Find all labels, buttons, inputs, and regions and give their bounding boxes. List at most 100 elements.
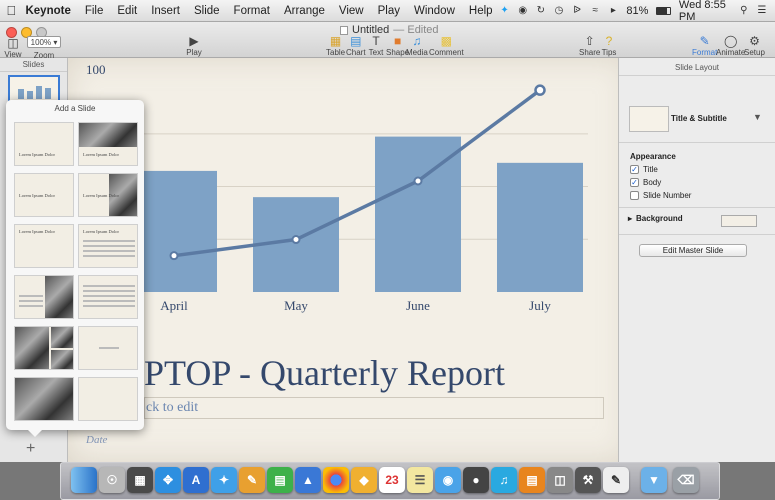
spotlight-search-icon[interactable]: ⚲ [739,5,749,17]
mission-control-icon[interactable]: ▦ [127,467,153,493]
chart-icon: ▤ [350,34,362,48]
layout-photo-horizontal[interactable]: Lorem Ipsum Dolor [78,122,138,166]
safari-icon[interactable]: ✥ [155,467,181,493]
layout-title-center[interactable]: Lorem Ipsum Dolor [14,173,74,217]
menu-arrange[interactable]: Arrange [277,5,332,17]
keynote-icon[interactable]: ▲ [295,467,321,493]
slide-date[interactable]: Date [86,434,107,446]
battery-icon[interactable] [656,6,671,15]
menu-edit[interactable]: Edit [110,5,144,17]
format-brush-icon: ✎ [699,34,710,48]
notes-icon[interactable]: ☰ [407,467,433,493]
menu-bar:  Keynote File Edit Insert Slide Format … [0,0,775,23]
zoom-control[interactable]: 100% ▾ Zoom [27,36,61,60]
disclosure-triangle-icon[interactable]: ▸ [628,214,632,223]
ibooks-icon[interactable]: ▤ [519,467,545,493]
layout-photo-vertical[interactable]: Lorem Ipsum Dolor [78,173,138,217]
layout-name[interactable]: Title & Subtitle [671,114,727,123]
title-checkbox[interactable]: ✓ [630,165,639,174]
headphones-icon[interactable]: ◉ [518,5,528,17]
layout-photo[interactable] [14,377,74,421]
body-checkbox[interactable]: ✓ [630,178,639,187]
body-checkbox-row[interactable]: ✓ Body [630,178,661,187]
preview-icon[interactable]: ◫ [547,467,573,493]
slide[interactable]: 100 April May June July PTOP - Quarterly Rep… [68,58,618,462]
trash-icon[interactable]: ⌫ [673,467,699,493]
finder-icon[interactable] [71,467,97,493]
menu-view[interactable]: View [332,5,371,17]
background-disclosure[interactable]: ▸ Background [628,214,683,223]
facetime-icon[interactable]: ● [463,467,489,493]
play-label: Play [186,48,202,57]
menu-insert[interactable]: Insert [144,5,187,17]
play-button[interactable]: ▶ Play [185,34,203,57]
time-machine-icon[interactable]: ◷ [554,5,564,17]
edit-master-slide-button[interactable]: Edit Master Slide [639,244,747,257]
menu-slide[interactable]: Slide [187,5,227,17]
menubar-clock[interactable]: Wed 8:55 PM [679,0,731,23]
layout-blank[interactable] [78,377,138,421]
volume-icon[interactable]: ▸ [608,5,618,17]
chart-button[interactable]: ▤ Chart [346,34,366,57]
layout-title-bullets[interactable]: Lorem Ipsum Dolor [78,224,138,268]
twitter-icon[interactable]: ✦ [211,467,237,493]
itunes-icon[interactable]: ♫ [491,467,517,493]
textedit-icon[interactable]: ✎ [603,467,629,493]
tips-button[interactable]: ? Tips [600,34,618,57]
menu-window[interactable]: Window [407,5,462,17]
animate-button[interactable]: ◯ Animate [716,34,745,57]
slide-title[interactable]: PTOP - Quarterly Report [144,352,505,394]
app-store-icon[interactable]: A [183,467,209,493]
comment-button[interactable]: ▩ Comment [429,34,464,57]
downloads-folder-icon[interactable]: ▼ [641,467,667,493]
chart[interactable]: 100 April May June July [68,58,618,348]
apple-logo-icon[interactable]:  [4,3,18,18]
layout-title-bullets-photo[interactable] [14,275,74,319]
bluetooth-icon[interactable]: ᐉ [572,5,582,17]
layout-thumbnail[interactable] [629,106,669,132]
layout-photo-3-up[interactable] [14,326,74,370]
battery-percent[interactable]: 81% [626,5,648,17]
twitter-status-icon[interactable]: ✦ [500,5,510,17]
sketch-icon[interactable]: ◆ [351,467,377,493]
layout-title-subtitle[interactable]: Lorem Ipsum Dolor [14,122,74,166]
share-button[interactable]: ⇧ Share [579,34,600,57]
setup-button[interactable]: ⚙ Setup [744,34,765,57]
add-slide-button[interactable]: + [26,440,35,458]
notification-center-icon[interactable]: ☰ [757,5,767,17]
comment-icon: ▩ [440,34,453,48]
layout-bullets[interactable] [78,275,138,319]
pages-icon[interactable]: ✎ [239,467,265,493]
messages-icon[interactable]: ◉ [435,467,461,493]
slide-subtitle[interactable]: ck to edit [146,400,198,416]
media-button[interactable]: ♫ Media [406,34,428,57]
menu-play[interactable]: Play [371,5,407,17]
menu-format[interactable]: Format [227,5,277,17]
text-button[interactable]: T Text [367,34,385,57]
format-button[interactable]: ✎ Format [692,34,717,57]
menu-keynote[interactable]: Keynote [18,5,77,17]
menu-help[interactable]: Help [462,5,500,17]
slide-number-checkbox[interactable] [630,191,639,200]
layout-quote[interactable] [78,326,138,370]
popover-arrow [28,430,42,437]
subtitle-placeholder-box[interactable] [144,397,604,419]
wifi-icon[interactable]: ≈ [590,5,600,17]
launchpad-icon[interactable]: ☉ [99,467,125,493]
slide-number-checkbox-row[interactable]: Slide Number [630,191,691,200]
background-color-well[interactable] [721,215,757,227]
numbers-icon[interactable]: ▤ [267,467,293,493]
chrome-icon[interactable] [323,467,349,493]
table-button[interactable]: ▦ Table [326,34,345,57]
calendar-icon[interactable]: 23 [379,467,405,493]
xcode-icon[interactable]: ⚒ [575,467,601,493]
title-checkbox-row[interactable]: ✓ Title [630,165,658,174]
zoom-select[interactable]: 100% ▾ [27,36,61,48]
sync-icon[interactable]: ↻ [536,5,546,17]
layout-title-top[interactable]: Lorem Ipsum Dolor [14,224,74,268]
chart-line-point [291,235,301,245]
background-label: Background [636,214,683,223]
view-button[interactable]: ◫ View [4,36,22,59]
chevron-down-icon[interactable]: ▼ [753,112,762,122]
menu-file[interactable]: File [78,5,111,17]
